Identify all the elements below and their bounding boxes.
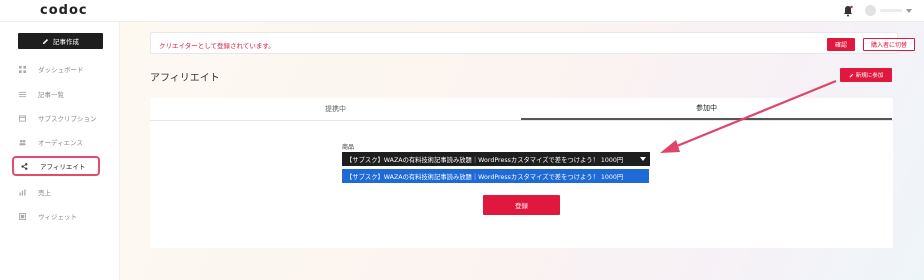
confirm-button[interactable]: 確認 <box>827 38 855 51</box>
sidebar-item-audience[interactable]: オーディエンス <box>12 132 100 152</box>
sidebar-item-label: アフィリエイト <box>40 163 86 171</box>
sidebar-item-dashboard[interactable]: ダッシュボード <box>12 59 100 79</box>
sidebar-item-widget[interactable]: ウィジェット <box>12 206 100 226</box>
sidebar-item-subscription[interactable]: サブスクリプション <box>12 108 100 128</box>
create-article-button[interactable]: 記事作成 <box>18 33 103 49</box>
grid-icon <box>18 65 26 73</box>
share-icon <box>20 162 27 170</box>
app-logo[interactable]: codoc <box>40 3 88 18</box>
sidebar: 記事作成 ダッシュボード 記事一覧 サブスクリプション オーディエンス アフィリ… <box>0 22 120 280</box>
sidebar-item-sales[interactable]: 売上 <box>12 182 100 202</box>
pencil-icon <box>849 73 854 77</box>
sidebar-item-label: オーディエンス <box>38 139 83 147</box>
sidebar-item-label: 売上 <box>38 189 51 197</box>
tabs-divider <box>150 120 893 121</box>
join-new-label: 新規に参加 <box>855 73 884 79</box>
widget-icon <box>18 212 26 220</box>
sidebar-item-label: ウィジェット <box>38 213 77 221</box>
people-icon <box>18 139 26 145</box>
affiliate-card: 提携中 参加中 商品 【サブスク】WAZAの有料技術記事読み放題｜WordPre… <box>150 98 893 248</box>
pencil-icon <box>42 38 49 44</box>
switch-to-buyer-button[interactable]: 購入者に切替 <box>863 38 915 51</box>
username-placeholder[interactable] <box>880 9 902 12</box>
product-option[interactable]: 【サブスク】WAZAの有料技術記事読み放題｜WordPressカスタマイズで差を… <box>342 169 649 183</box>
chevron-down-icon <box>640 157 646 161</box>
subscription-icon <box>18 114 26 122</box>
sidebar-item-label: ダッシュボード <box>38 66 84 74</box>
product-select[interactable]: 【サブスク】WAZAの有料技術記事読み放題｜WordPressカスタマイズで差を… <box>342 152 650 166</box>
join-new-button[interactable]: 新規に参加 <box>840 68 892 82</box>
register-button[interactable]: 登録 <box>483 195 560 215</box>
main-content: クリエイターとして登録されています。 確認 購入者に切替 アフィリエイト 新規に… <box>120 22 924 280</box>
tab-partnered[interactable]: 提携中 <box>150 98 521 120</box>
bell-icon[interactable] <box>843 5 853 17</box>
product-field-label: 商品 <box>342 144 355 151</box>
create-article-label: 記事作成 <box>53 38 79 46</box>
notice-bar: クリエイターとして登録されています。 確認 購入者に切替 <box>150 32 915 54</box>
sidebar-item-articles[interactable]: 記事一覧 <box>12 84 100 104</box>
sidebar-item-label: 記事一覧 <box>38 91 64 99</box>
product-select-value: 【サブスク】WAZAの有料技術記事読み放題｜WordPressカスタマイズで差を… <box>346 156 624 164</box>
list-icon <box>18 91 26 97</box>
sidebar-item-affiliate[interactable]: アフィリエイト <box>12 156 100 176</box>
notice-text: クリエイターとして登録されています。 <box>159 42 275 50</box>
page-title: アフィリエイト <box>150 73 220 84</box>
tab-joined[interactable]: 参加中 <box>521 98 892 120</box>
avatar[interactable] <box>865 5 876 16</box>
top-bar: codoc <box>0 0 924 22</box>
sidebar-item-label: サブスクリプション <box>38 115 97 123</box>
chevron-down-icon[interactable] <box>906 9 912 13</box>
chart-icon <box>18 188 26 196</box>
